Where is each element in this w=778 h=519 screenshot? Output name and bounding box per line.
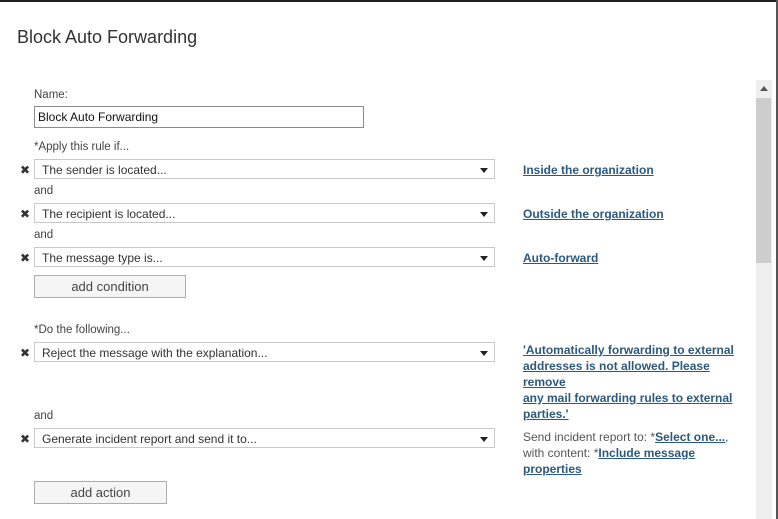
explanation-line: parties.' bbox=[523, 407, 569, 421]
window-top-border bbox=[0, 0, 778, 2]
content-label: with content: * bbox=[523, 446, 599, 460]
conditions-label: *Apply this rule if... bbox=[34, 141, 130, 153]
chevron-up-icon[interactable] bbox=[756, 80, 772, 97]
add-action-button[interactable]: add action bbox=[34, 481, 167, 504]
condition-1-select-text: The sender is located... bbox=[42, 163, 167, 177]
explanation-line: 'Automatically forwarding to external bbox=[523, 343, 734, 357]
action-1-select-text: Reject the message with the explanation.… bbox=[42, 346, 268, 360]
explanation-line: addresses is not allowed. Please remove bbox=[523, 359, 710, 389]
action-1-select[interactable]: Reject the message with the explanation.… bbox=[34, 342, 495, 362]
remove-action-1-icon[interactable]: ✖ bbox=[19, 346, 31, 360]
remove-condition-1-icon[interactable]: ✖ bbox=[19, 163, 31, 177]
condition-2-select[interactable]: The recipient is located... bbox=[34, 203, 495, 223]
action-1-explanation-link[interactable]: 'Automatically forwarding to external ad… bbox=[523, 342, 753, 422]
chevron-down-icon bbox=[480, 351, 488, 356]
add-condition-button[interactable]: add condition bbox=[34, 275, 186, 298]
action-2-select-text: Generate incident report and send it to.… bbox=[42, 432, 257, 446]
condition-1-select[interactable]: The sender is located... bbox=[34, 159, 495, 179]
name-input[interactable]: Block Auto Forwarding bbox=[34, 106, 364, 128]
incident-report-details: Send incident report to: *Select one...,… bbox=[523, 429, 748, 477]
chevron-down-icon bbox=[480, 168, 488, 173]
condition-1-value-link[interactable]: Inside the organization bbox=[523, 162, 654, 178]
send-to-label: Send incident report to: * bbox=[523, 430, 656, 444]
condition-2-select-text: The recipient is located... bbox=[42, 207, 176, 221]
condition-and-label: and bbox=[34, 185, 54, 197]
condition-2-value-link[interactable]: Outside the organization bbox=[523, 206, 664, 222]
select-recipient-link[interactable]: Select one... bbox=[655, 430, 725, 444]
condition-3-value-link[interactable]: Auto-forward bbox=[523, 250, 598, 266]
chevron-down-icon bbox=[480, 437, 488, 442]
chevron-down-icon bbox=[480, 256, 488, 261]
condition-3-select[interactable]: The message type is... bbox=[34, 247, 495, 267]
remove-condition-2-icon[interactable]: ✖ bbox=[19, 207, 31, 221]
remove-action-2-icon[interactable]: ✖ bbox=[19, 432, 31, 446]
condition-and-label: and bbox=[34, 229, 54, 241]
remove-condition-3-icon[interactable]: ✖ bbox=[19, 251, 31, 265]
explanation-line: any mail forwarding rules to external bbox=[523, 391, 733, 405]
comma: , bbox=[725, 430, 729, 444]
dialog-title: Block Auto Forwarding bbox=[17, 27, 198, 47]
chevron-down-icon bbox=[480, 212, 488, 217]
name-label: Name: bbox=[34, 89, 68, 101]
condition-3-select-text: The message type is... bbox=[42, 251, 163, 265]
scrollbar-thumb[interactable] bbox=[756, 98, 771, 263]
actions-label: *Do the following... bbox=[34, 324, 130, 336]
action-and-label: and bbox=[34, 410, 54, 422]
action-2-select[interactable]: Generate incident report and send it to.… bbox=[34, 428, 495, 448]
